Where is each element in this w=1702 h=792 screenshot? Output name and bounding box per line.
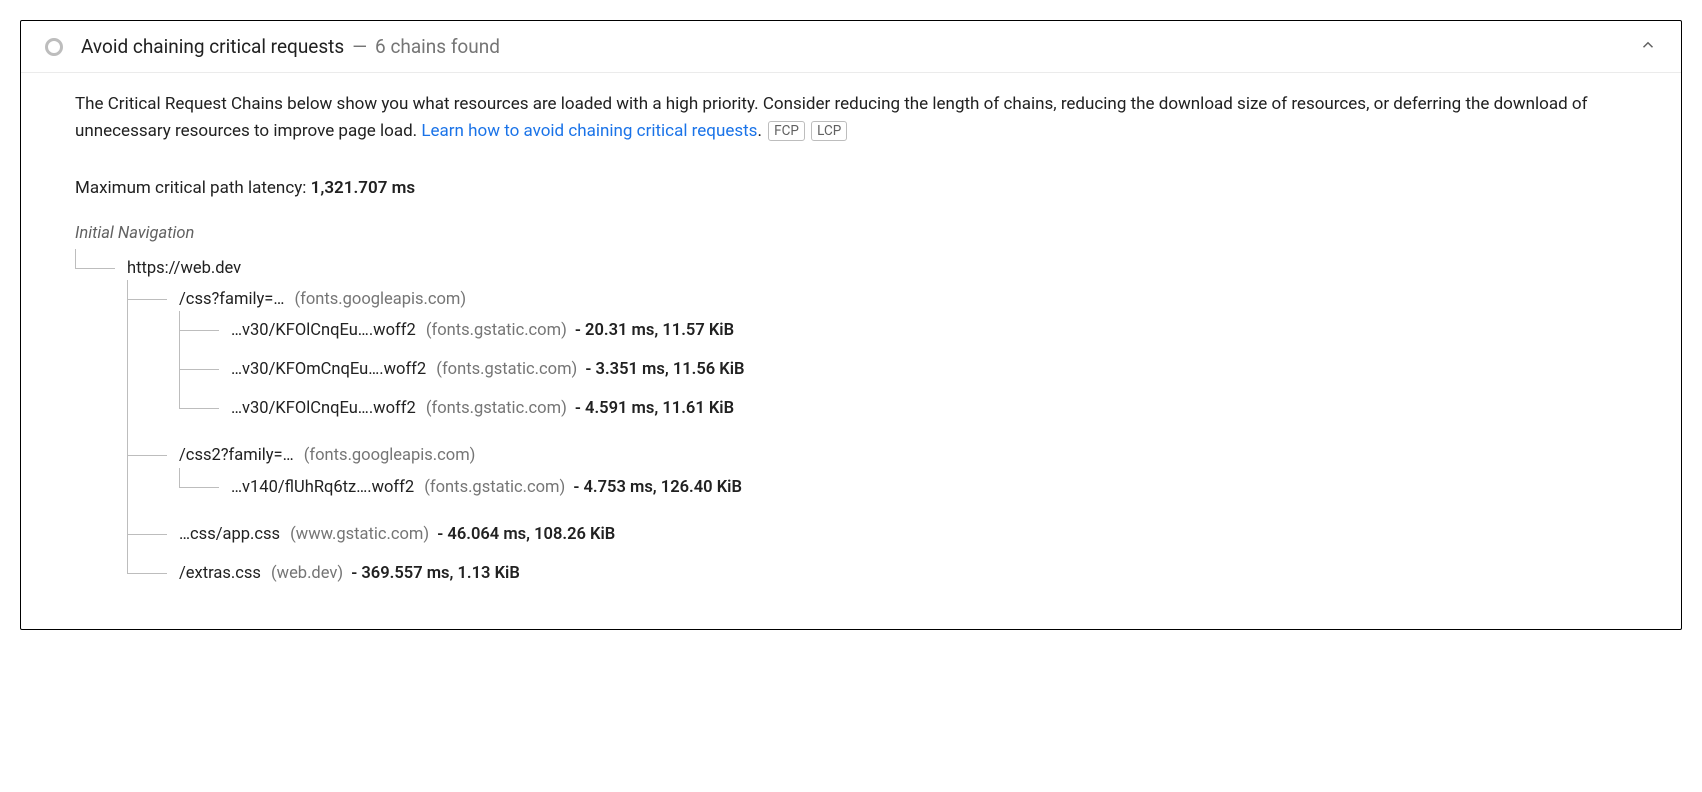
node-stats: - 4.753 ms, 126.40 KiB <box>573 478 742 497</box>
node-origin: (fonts.googleapis.com) <box>304 446 476 465</box>
audit-subtitle: 6 chains found <box>375 35 500 58</box>
node-origin: (fonts.gstatic.com) <box>426 321 567 340</box>
audit-title: Avoid chaining critical requests <box>81 35 344 58</box>
node-origin: (www.gstatic.com) <box>290 525 429 544</box>
node-stats: - 46.064 ms, 108.26 KiB <box>437 525 615 544</box>
node-path: …v30/KFOlCnqEu….woff2 <box>231 399 416 418</box>
audit-card: Avoid chaining critical requests — 6 cha… <box>20 20 1682 630</box>
learn-more-link[interactable]: Learn how to avoid chaining critical req… <box>421 121 757 141</box>
max-latency: Maximum critical path latency: 1,321.707… <box>75 175 1627 202</box>
node-origin: (fonts.gstatic.com) <box>436 360 577 379</box>
audit-description: The Critical Request Chains below show y… <box>75 91 1627 145</box>
tree-root-label: Initial Navigation <box>75 221 1627 247</box>
metric-tag-lcp: LCP <box>811 121 847 141</box>
audit-header[interactable]: Avoid chaining critical requests — 6 cha… <box>21 21 1681 73</box>
tree-node: …v140/flUhRq6tz….woff2 (fonts.gstatic.co… <box>213 468 1627 507</box>
node-path: …css/app.css <box>179 525 280 544</box>
request-chain-tree: Initial Navigation https://web.dev /css?… <box>75 221 1627 601</box>
tree-node: …v30/KFOmCnqEu….woff2 (fonts.gstatic.com… <box>213 350 1627 389</box>
node-path: /css2?family=… <box>179 446 294 465</box>
audit-body: The Critical Request Chains below show y… <box>21 73 1681 629</box>
metric-tag-fcp: FCP <box>768 121 805 141</box>
node-stats: - 20.31 ms, 11.57 KiB <box>575 321 734 340</box>
node-origin: (fonts.gstatic.com) <box>424 478 565 497</box>
node-path: /css?family=… <box>179 290 284 309</box>
latency-value: 1,321.707 ms <box>311 178 416 198</box>
status-circle-icon <box>45 38 63 56</box>
node-stats: - 4.591 ms, 11.61 KiB <box>575 399 734 418</box>
node-path: …v30/KFOmCnqEu….woff2 <box>231 360 426 379</box>
tree-node: /extras.css (web.dev) - 369.557 ms, 1.13… <box>161 554 1627 593</box>
node-path: /extras.css <box>179 564 261 583</box>
tree-node-root-url: https://web.dev /css?family=… (fonts.goo… <box>109 249 1627 601</box>
chevron-up-icon[interactable] <box>1639 36 1657 58</box>
node-origin: (fonts.googleapis.com) <box>294 290 466 309</box>
node-path: …v30/KFOlCnqEu….woff2 <box>231 321 416 340</box>
audit-separator: — <box>352 35 367 58</box>
node-path: https://web.dev <box>127 259 241 278</box>
tree-node: /css?family=… (fonts.googleapis.com) …v3… <box>161 280 1627 436</box>
tree-node: …v30/KFOlCnqEu….woff2 (fonts.gstatic.com… <box>213 311 1627 350</box>
node-stats: - 369.557 ms, 1.13 KiB <box>351 564 520 583</box>
node-origin: (web.dev) <box>271 564 343 583</box>
tree-node: …css/app.css (www.gstatic.com) - 46.064 … <box>161 515 1627 554</box>
description-suffix: . <box>757 121 761 141</box>
latency-label: Maximum critical path latency: <box>75 178 311 198</box>
node-path: …v140/flUhRq6tz….woff2 <box>231 478 414 497</box>
tree-node: /css2?family=… (fonts.googleapis.com) …v… <box>161 436 1627 514</box>
node-stats: - 3.351 ms, 11.56 KiB <box>585 360 744 379</box>
node-origin: (fonts.gstatic.com) <box>426 399 567 418</box>
tree-node: …v30/KFOlCnqEu….woff2 (fonts.gstatic.com… <box>213 389 1627 428</box>
